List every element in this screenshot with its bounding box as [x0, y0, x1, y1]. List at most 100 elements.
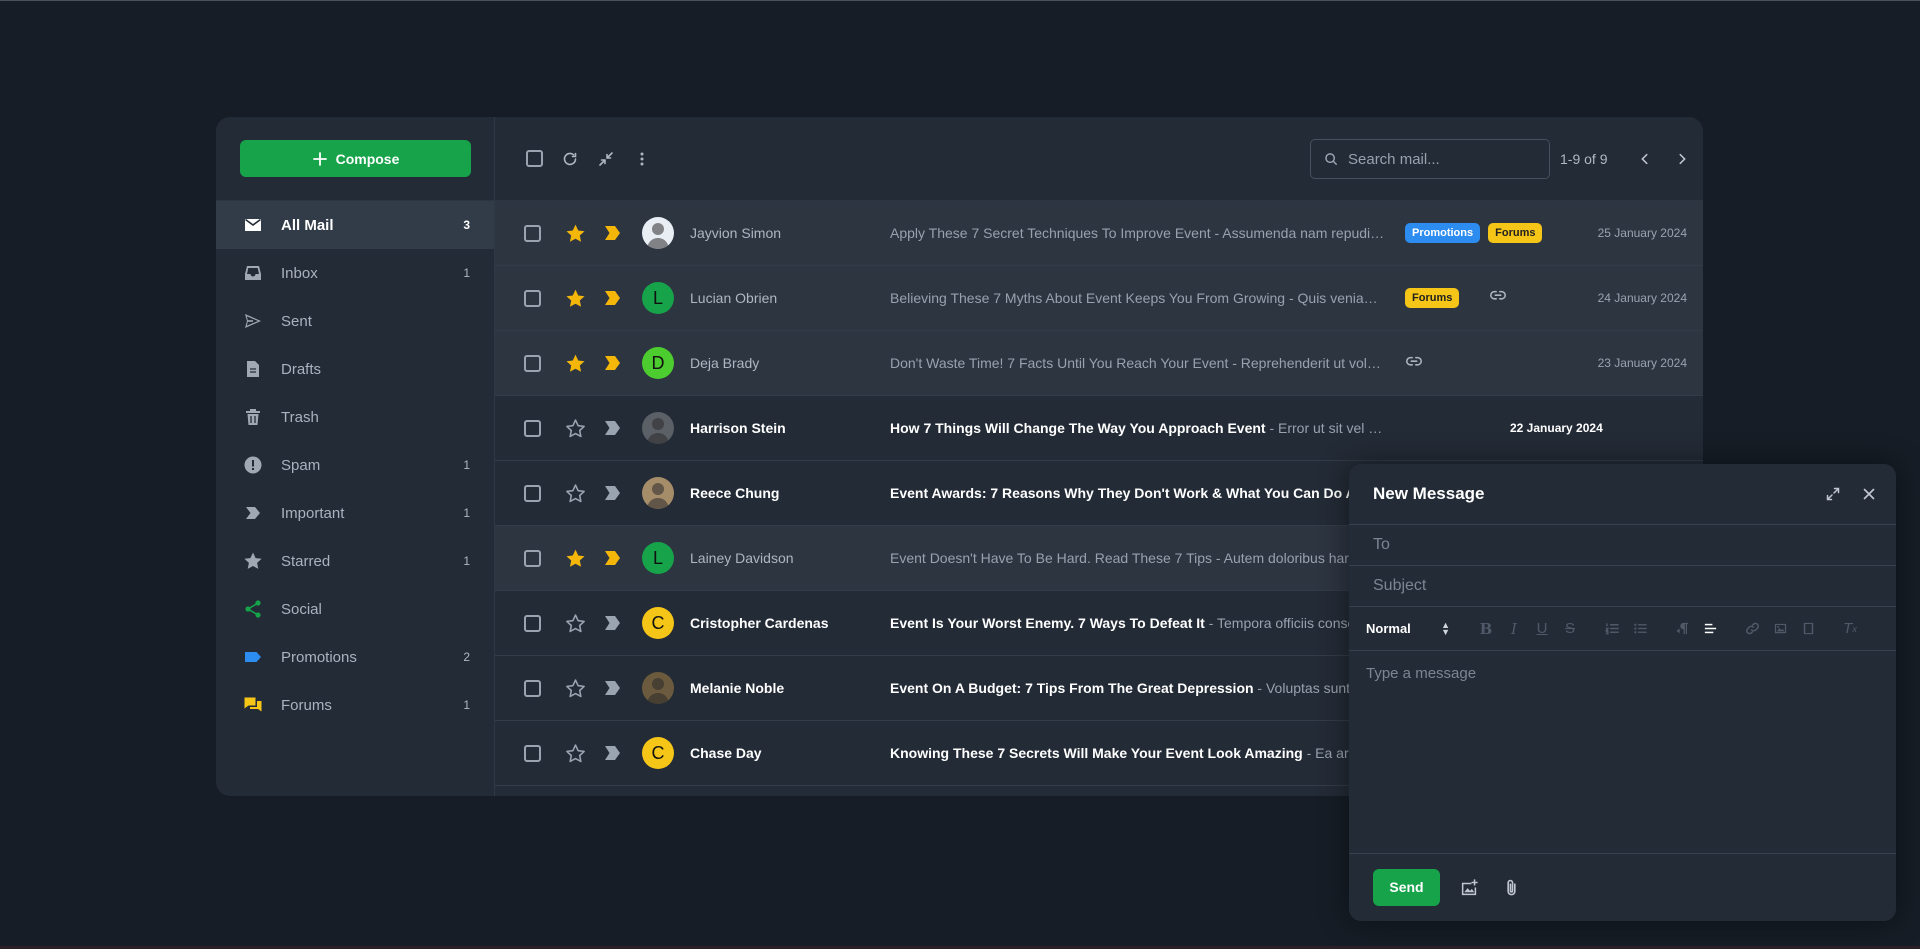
sidebar-item-forums[interactable]: Forums 1 — [216, 681, 494, 729]
label-badge-forums[interactable]: Forums — [1488, 223, 1543, 243]
send-icon — [242, 310, 264, 332]
share-icon — [242, 598, 264, 620]
insert-link-icon[interactable] — [1738, 619, 1766, 639]
sidebar-item-drafts[interactable]: Drafts — [216, 345, 494, 393]
text-direction-icon[interactable] — [1668, 619, 1696, 639]
important-marker-icon[interactable] — [605, 226, 642, 240]
email-row[interactable]: Harrison Stein How 7 Things Will Change T… — [495, 396, 1703, 461]
not-important-marker-icon[interactable] — [605, 486, 642, 500]
align-left-icon[interactable] — [1696, 619, 1724, 639]
trash-icon — [242, 406, 264, 428]
underline-icon[interactable]: U — [1528, 619, 1556, 639]
avatar-letter: D — [651, 352, 665, 373]
sidebar-item-important[interactable]: Important 1 — [216, 489, 494, 537]
email-sender: Jayvion Simon — [690, 225, 782, 241]
email-date: 25 January 2024 — [1597, 226, 1687, 240]
row-checkbox[interactable] — [495, 549, 565, 567]
sidebar-item-social[interactable]: Social — [216, 585, 494, 633]
send-button[interactable]: Send — [1373, 868, 1440, 906]
star-filled-icon[interactable] — [565, 223, 605, 244]
important-marker-icon[interactable] — [605, 356, 642, 370]
text-style-select[interactable]: Normal ▲ ▼ — [1366, 620, 1450, 636]
not-important-marker-icon[interactable] — [605, 421, 642, 435]
star-filled-icon[interactable] — [565, 353, 605, 374]
email-row[interactable]: L Lucian Obrien Believing These 7 Myths Ab… — [495, 266, 1703, 331]
avatar — [642, 672, 674, 704]
star-outline-icon[interactable] — [565, 483, 605, 504]
star-filled-icon[interactable] — [565, 288, 605, 309]
sidebar-item-starred[interactable]: Starred 1 — [216, 537, 494, 585]
checkbox-box — [524, 679, 541, 697]
bullet-list-icon[interactable] — [1626, 619, 1654, 639]
add-photo-icon[interactable] — [1458, 876, 1480, 898]
alert-icon — [242, 454, 264, 476]
compose-button[interactable]: Compose — [240, 140, 471, 177]
star-outline-icon[interactable] — [565, 418, 605, 439]
pagination-info: 1-9 of 9 — [1560, 151, 1608, 167]
checkbox-box — [524, 744, 541, 762]
next-page-button[interactable] — [1671, 148, 1693, 170]
sidebar-item-all-mail[interactable]: All Mail 3 — [216, 201, 494, 249]
insert-image-icon[interactable] — [1766, 619, 1794, 639]
sidebar-item-count: 1 — [463, 458, 470, 472]
prev-page-button[interactable] — [1634, 148, 1656, 170]
link-icon — [1489, 288, 1507, 306]
clear-format-icon[interactable]: Tx — [1836, 619, 1864, 639]
not-important-marker-icon[interactable] — [605, 616, 642, 630]
search-input[interactable] — [1348, 150, 1538, 168]
italic-icon[interactable]: I — [1500, 619, 1528, 639]
sidebar-item-inbox[interactable]: Inbox 1 — [216, 249, 494, 297]
email-row[interactable]: Jayvion Simon Apply These 7 Secret Techni… — [495, 201, 1703, 266]
checkbox-box — [524, 289, 541, 307]
collapse-icon[interactable] — [596, 149, 616, 169]
email-row[interactable]: D Deja Brady Don't Waste Time! 7 Facts Unt… — [495, 331, 1703, 396]
more-vertical-icon[interactable] — [632, 149, 652, 169]
ordered-list-icon[interactable] — [1598, 619, 1626, 639]
sidebar-item-trash[interactable]: Trash — [216, 393, 494, 441]
subject-input[interactable] — [1373, 577, 1853, 595]
sidebar-nav: All Mail 3 Inbox 1 Sent Drafts Trash Spam 1 Impor… — [216, 201, 494, 729]
avatar: C — [642, 737, 674, 769]
important-marker-icon[interactable] — [605, 551, 642, 565]
attachment-icon[interactable] — [1500, 876, 1522, 898]
sidebar-item-promotions[interactable]: Promotions 2 — [216, 633, 494, 681]
email-date: 23 January 2024 — [1597, 356, 1687, 370]
to-input[interactable] — [1373, 536, 1853, 554]
email-tags: Promotions Forums — [1405, 223, 1543, 243]
sidebar-item-spam[interactable]: Spam 1 — [216, 441, 494, 489]
email-subject: Event Is Your Worst Enemy. 7 Ways To Def… — [890, 615, 1385, 631]
not-important-marker-icon[interactable] — [605, 746, 642, 760]
star-outline-icon[interactable] — [565, 613, 605, 634]
envelope-icon — [242, 214, 264, 236]
row-checkbox[interactable] — [495, 484, 565, 502]
expand-icon[interactable] — [1823, 484, 1843, 504]
label-badge-promotions[interactable]: Promotions — [1405, 223, 1481, 243]
refresh-icon[interactable] — [560, 149, 580, 169]
mail-toolbar: 1-9 of 9 — [495, 117, 1703, 201]
sidebar-item-label: Promotions — [281, 648, 357, 666]
row-checkbox[interactable] — [495, 419, 565, 437]
not-important-marker-icon[interactable] — [605, 681, 642, 695]
important-marker-icon[interactable] — [605, 291, 642, 305]
select-all-checkbox[interactable] — [524, 149, 544, 169]
sidebar-item-sent[interactable]: Sent — [216, 297, 494, 345]
label-badge-forums[interactable]: Forums — [1405, 288, 1460, 308]
formatting-toolbar: Normal ▲ ▼ B I U S Tx — [1349, 607, 1896, 651]
star-outline-icon[interactable] — [565, 743, 605, 764]
row-checkbox[interactable] — [495, 679, 565, 697]
email-subject: Event On A Budget: 7 Tips From The Great… — [890, 680, 1385, 696]
row-checkbox[interactable] — [495, 289, 565, 307]
strikethrough-icon[interactable]: S — [1556, 619, 1584, 639]
row-checkbox[interactable] — [495, 224, 565, 242]
avatar: C — [642, 607, 674, 639]
insert-video-icon[interactable] — [1794, 619, 1822, 639]
star-filled-icon[interactable] — [565, 548, 605, 569]
bold-icon[interactable]: B — [1472, 619, 1500, 639]
close-icon[interactable] — [1859, 484, 1879, 504]
row-checkbox[interactable] — [495, 354, 565, 372]
star-outline-icon[interactable] — [565, 678, 605, 699]
row-checkbox[interactable] — [495, 614, 565, 632]
message-textarea[interactable] — [1366, 665, 1879, 839]
row-checkbox[interactable] — [495, 744, 565, 762]
compose-window: New Message Normal ▲▼ B I U S — [1349, 464, 1896, 921]
